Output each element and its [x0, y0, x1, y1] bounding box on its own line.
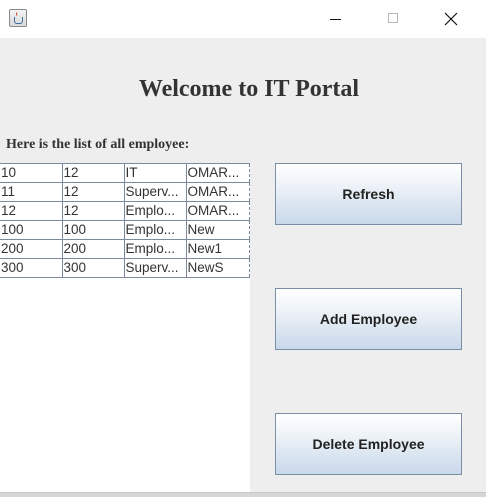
table-cell[interactable]: 300: [0, 258, 63, 278]
table-row[interactable]: 12 12 Emplo... OMAR...: [0, 201, 250, 221]
table-cell[interactable]: 12: [62, 201, 125, 221]
table-cell[interactable]: OMAR...: [186, 201, 250, 221]
table-row[interactable]: 10 12 IT OMAR...: [0, 163, 250, 183]
table-cell[interactable]: 12: [62, 182, 125, 202]
table-cell[interactable]: 200: [62, 239, 125, 259]
table-cell[interactable]: 100: [0, 220, 63, 240]
table-cell[interactable]: OMAR...: [186, 163, 250, 183]
table-row[interactable]: 11 12 Superv... OMAR...: [0, 182, 250, 202]
java-cup-icon[interactable]: [9, 9, 27, 27]
maximize-button[interactable]: [365, 0, 423, 38]
table-row[interactable]: 100 100 Emplo... New: [0, 220, 250, 240]
table-cell[interactable]: 200: [0, 239, 63, 259]
employee-table-viewport[interactable]: 10 12 IT OMAR... 11 12 Superv... OMAR... 12 12 Emp…: [0, 163, 250, 492]
table-row[interactable]: 200 200 Emplo... New1: [0, 239, 250, 259]
table-cell[interactable]: 300: [62, 258, 125, 278]
table-cell[interactable]: Emplo...: [124, 220, 187, 240]
table-cell[interactable]: 100: [62, 220, 125, 240]
table-cell[interactable]: 11: [0, 182, 63, 202]
table-cell[interactable]: NewS: [186, 258, 250, 278]
employee-list-label: Here is the list of all employee:: [6, 137, 190, 152]
table-cell[interactable]: Emplo...: [124, 239, 187, 259]
table-cell[interactable]: 12: [62, 163, 125, 183]
table-cell[interactable]: 12: [0, 201, 63, 221]
table-cell[interactable]: IT: [124, 163, 187, 183]
app-window: Welcome to IT Portal Here is the list of…: [0, 0, 486, 492]
table-cell[interactable]: Superv...: [124, 182, 187, 202]
delete-employee-button[interactable]: Delete Employee: [275, 413, 462, 475]
table-cell[interactable]: Superv...: [124, 258, 187, 278]
refresh-button[interactable]: Refresh: [275, 163, 462, 225]
employee-table[interactable]: 10 12 IT OMAR... 11 12 Superv... OMAR... 12 12 Emp…: [0, 163, 250, 278]
table-cell[interactable]: Emplo...: [124, 201, 187, 221]
close-icon: [444, 12, 458, 26]
page-title: Welcome to IT Portal: [138, 76, 360, 102]
close-button[interactable]: [423, 0, 481, 38]
minimize-button[interactable]: [307, 0, 365, 38]
table-cell[interactable]: OMAR...: [186, 182, 250, 202]
table-row[interactable]: 300 300 Superv... NewS: [0, 258, 250, 278]
table-cell[interactable]: 10: [0, 163, 63, 183]
table-cell[interactable]: New1: [186, 239, 250, 259]
title-bar[interactable]: [0, 0, 486, 38]
table-cell[interactable]: New: [186, 220, 250, 240]
add-employee-button[interactable]: Add Employee: [275, 288, 462, 350]
